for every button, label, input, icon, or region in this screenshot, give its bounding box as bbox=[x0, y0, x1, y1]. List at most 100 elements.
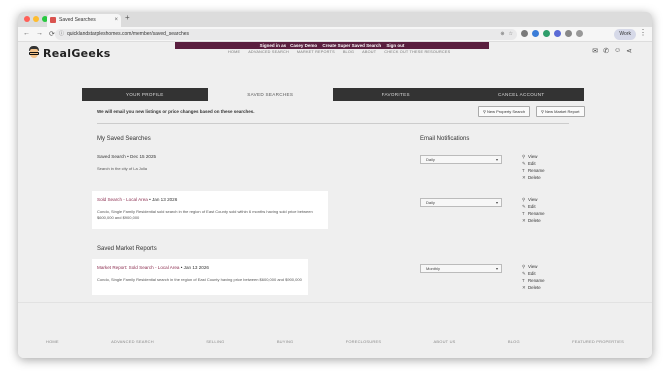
rename-action[interactable]: T Rename bbox=[522, 168, 545, 174]
nav-market-reports[interactable]: MARKET REPORTS bbox=[297, 50, 335, 54]
signed-in-label: Signed in as bbox=[259, 43, 287, 48]
footer-link-buying[interactable]: BUYING bbox=[277, 339, 294, 344]
logo-text: RealGeeks bbox=[43, 46, 111, 60]
delete-action[interactable]: ✕ Delete bbox=[522, 218, 545, 224]
forward-icon[interactable]: → bbox=[36, 30, 43, 38]
signed-in-user-link[interactable]: Casey Demo bbox=[290, 43, 317, 48]
close-tab-icon[interactable]: × bbox=[114, 14, 118, 27]
site-logo[interactable]: RealGeeks bbox=[28, 46, 111, 60]
saved-search-date: Jan 13 2026 bbox=[152, 197, 178, 202]
email-frequency-select[interactable]: Daily ▾ bbox=[420, 198, 502, 207]
view-action[interactable]: ⚲ View bbox=[522, 264, 545, 270]
tab-title: Saved Searches bbox=[59, 17, 96, 23]
footer-links: HOME ADVANCED SEARCH SELLING BUYING FORE… bbox=[46, 339, 624, 344]
delete-action[interactable]: ✕ Delete bbox=[522, 175, 545, 181]
saved-search-item: Saved Search • Dec 15 2025 Search in the… bbox=[97, 154, 157, 171]
tab-cancel-account[interactable]: CANCEL ACCOUNT bbox=[458, 88, 584, 101]
browser-window: Saved Searches × + ← → ⟳ ⓘ quicklandstar… bbox=[18, 12, 652, 358]
saved-search-name[interactable]: Sold Search - Local Area bbox=[97, 197, 148, 202]
footer-link-selling[interactable]: SELLING bbox=[206, 339, 224, 344]
saved-search-description: Search in the city of La Jolla bbox=[97, 166, 148, 171]
site-info-icon[interactable]: ⓘ bbox=[59, 29, 64, 40]
user-icon[interactable]: ☺ bbox=[614, 47, 621, 55]
extension-icons bbox=[521, 30, 583, 37]
footer-link-about-us[interactable]: ABOUT US bbox=[434, 339, 456, 344]
nav-advanced-search[interactable]: ADVANCED SEARCH bbox=[248, 50, 289, 54]
footer-link-advanced-search[interactable]: ADVANCED SEARCH bbox=[111, 339, 154, 344]
chevron-down-icon: ▾ bbox=[495, 157, 498, 162]
email-frequency-select[interactable]: Daily ▾ bbox=[420, 155, 502, 164]
footer-link-home[interactable]: HOME bbox=[46, 339, 59, 344]
back-icon[interactable]: ← bbox=[23, 30, 30, 38]
logo-mascot-icon bbox=[28, 46, 40, 60]
tab-favorites[interactable]: FAVORITES bbox=[333, 88, 459, 101]
rename-action[interactable]: T Rename bbox=[522, 211, 545, 217]
page-content: RealGeeks Signed in as Casey Demo Create … bbox=[18, 42, 652, 358]
saved-search-name[interactable]: Saved Search bbox=[97, 154, 126, 159]
my-saved-searches-heading: My Saved Searches bbox=[97, 136, 151, 142]
view-action[interactable]: ⚲ View bbox=[522, 154, 545, 160]
nav-blog[interactable]: BLOG bbox=[343, 50, 354, 54]
extension-icon[interactable] bbox=[554, 30, 561, 37]
nav-about[interactable]: ABOUT bbox=[362, 50, 376, 54]
info-row: We will email you new listings or price … bbox=[82, 101, 585, 124]
extensions-puzzle-icon[interactable] bbox=[565, 30, 572, 37]
account-panel: YOUR PROFILE SAVED SEARCHES FAVORITES CA… bbox=[82, 88, 585, 322]
edit-action[interactable]: ✎ Edit bbox=[522, 161, 545, 167]
nav-home[interactable]: HOME bbox=[228, 50, 240, 54]
market-report-actions: ⚲ View ✎ Edit T Rename ✕ Delete bbox=[522, 264, 545, 291]
favicon-icon bbox=[50, 17, 56, 23]
close-window-button[interactable] bbox=[24, 16, 30, 22]
minimize-window-button[interactable] bbox=[33, 16, 39, 22]
address-bar[interactable]: ⓘ quicklandstarpleshomes.com/member/save… bbox=[55, 29, 517, 40]
create-super-search-link[interactable]: Create Super Saved Search bbox=[322, 43, 381, 48]
nav-resources[interactable]: CHECK OUT THESE RESOURCES bbox=[384, 50, 450, 54]
market-report-name[interactable]: Market Report: Sold Search - Local Area bbox=[97, 265, 179, 270]
edit-action[interactable]: ✎ Edit bbox=[522, 271, 545, 277]
bookmark-star-icon[interactable]: ☆ bbox=[509, 29, 513, 40]
profile-work-badge[interactable]: Work bbox=[614, 29, 636, 40]
extension-icon[interactable] bbox=[521, 30, 528, 37]
sign-out-link[interactable]: Sign out bbox=[386, 43, 404, 48]
footer-link-foreclosures[interactable]: FORECLOSURES bbox=[346, 339, 382, 344]
new-property-search-button[interactable]: ⚲ New Property Search bbox=[478, 106, 531, 117]
tab-your-profile[interactable]: YOUR PROFILE bbox=[82, 88, 208, 101]
reload-icon[interactable]: ⟳ bbox=[49, 30, 55, 38]
footer-link-featured-properties[interactable]: FEATURED PROPERTIES bbox=[572, 339, 624, 344]
extension-icon[interactable] bbox=[543, 30, 550, 37]
info-text: We will email you new listings or price … bbox=[97, 109, 255, 114]
rename-action[interactable]: T Rename bbox=[522, 278, 545, 284]
saved-search-item: Sold Search - Local Area • Jan 13 2026 C… bbox=[97, 197, 313, 220]
profile-icon[interactable] bbox=[576, 30, 583, 37]
edit-action[interactable]: ✎ Edit bbox=[522, 204, 545, 210]
mail-icon[interactable]: ✉ bbox=[592, 47, 598, 55]
saved-search-actions: ⚲ View ✎ Edit T Rename ✕ Delete bbox=[522, 197, 545, 224]
footer-link-blog[interactable]: BLOG bbox=[508, 339, 520, 344]
header-icons: ✉ ✆ ☺ ⋖ bbox=[592, 47, 632, 55]
phone-icon[interactable]: ✆ bbox=[603, 47, 609, 55]
browser-menu-icon[interactable]: ⋮ bbox=[639, 28, 647, 37]
tab-saved-searches[interactable]: SAVED SEARCHES bbox=[207, 88, 333, 101]
saved-search-actions: ⚲ View ✎ Edit T Rename ✕ Delete bbox=[522, 154, 545, 181]
market-report-description: Condo, Single Family Residential search … bbox=[97, 277, 302, 282]
site-header: RealGeeks Signed in as Casey Demo Create … bbox=[18, 42, 652, 80]
url-text: quicklandstarpleshomes.com/member/saved_… bbox=[67, 31, 190, 37]
browser-tabbar: Saved Searches × + bbox=[18, 12, 652, 27]
market-report-date: Jan 13 2026 bbox=[183, 265, 209, 270]
zoom-icon[interactable]: ⊕ bbox=[500, 29, 504, 40]
browser-tab[interactable]: Saved Searches × bbox=[47, 14, 121, 27]
email-notifications-heading: Email Notifications bbox=[420, 136, 470, 142]
view-action[interactable]: ⚲ View bbox=[522, 197, 545, 203]
account-tabs: YOUR PROFILE SAVED SEARCHES FAVORITES CA… bbox=[82, 88, 584, 101]
delete-action[interactable]: ✕ Delete bbox=[522, 285, 545, 291]
browser-toolbar: ← → ⟳ ⓘ quicklandstarpleshomes.com/membe… bbox=[18, 27, 652, 42]
new-tab-button[interactable]: + bbox=[125, 13, 130, 22]
new-market-report-button[interactable]: ⚲ New Market Report bbox=[536, 106, 585, 117]
market-report-item: Market Report: Sold Search - Local Area … bbox=[97, 265, 302, 282]
extension-icon[interactable] bbox=[532, 30, 539, 37]
share-icon[interactable]: ⋖ bbox=[626, 47, 632, 55]
saved-market-reports-heading: Saved Market Reports bbox=[97, 246, 157, 252]
nav-buttons: ← → ⟳ bbox=[23, 30, 55, 38]
saved-search-description: Condo, Single Family Residential sold se… bbox=[97, 209, 313, 220]
report-frequency-select[interactable]: Monthly ▾ bbox=[420, 264, 502, 273]
